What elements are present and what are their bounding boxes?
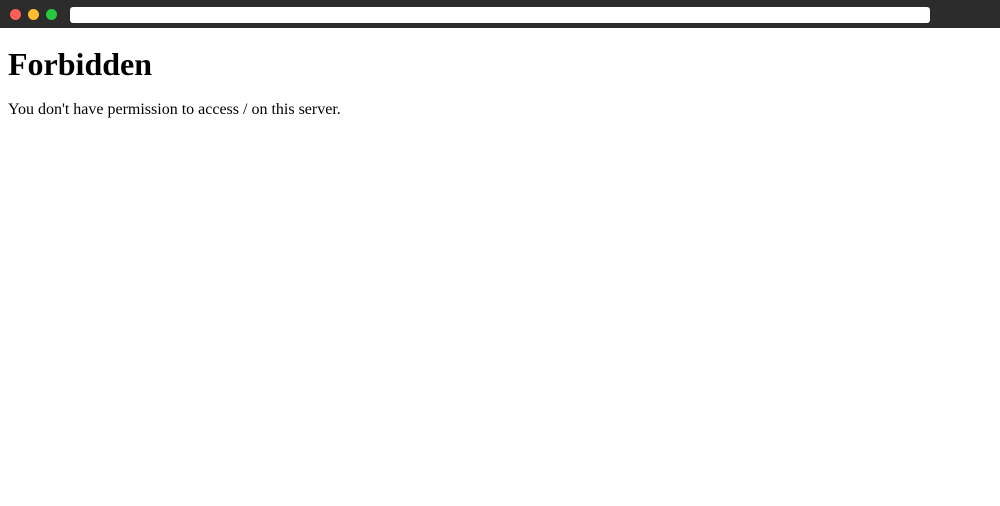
maximize-icon[interactable]: [46, 9, 57, 20]
page-content: Forbidden You don't have permission to a…: [0, 28, 1000, 127]
error-heading: Forbidden: [8, 46, 992, 83]
close-icon[interactable]: [10, 9, 21, 20]
error-message: You don't have permission to access / on…: [8, 101, 992, 119]
browser-titlebar: [0, 0, 1000, 28]
minimize-icon[interactable]: [28, 9, 39, 20]
address-bar-input[interactable]: [70, 7, 930, 23]
address-bar-wrapper: [70, 5, 930, 23]
window-controls: [10, 9, 57, 20]
